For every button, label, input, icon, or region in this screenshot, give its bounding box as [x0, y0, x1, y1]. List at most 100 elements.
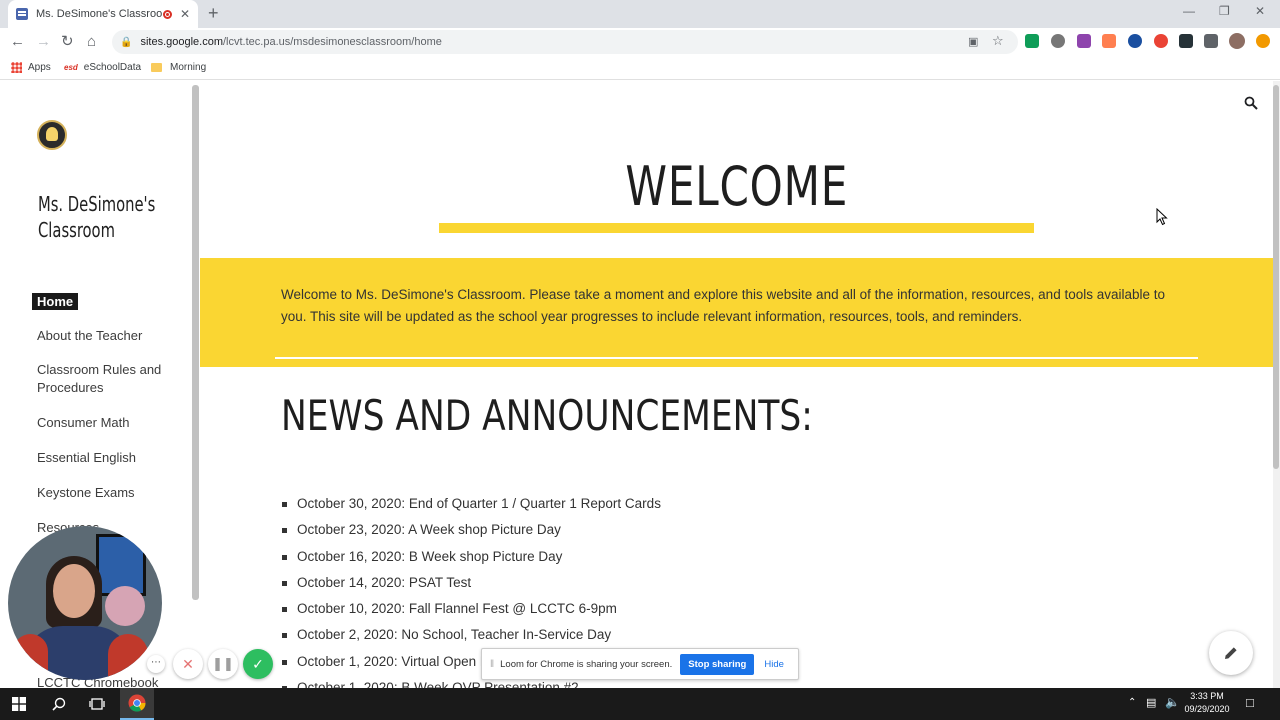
x-icon: ✕: [182, 655, 194, 672]
stop-sharing-button[interactable]: Stop sharing: [680, 653, 755, 675]
camera-icon[interactable]: ▣: [968, 35, 978, 48]
url-host: sites.google.com: [140, 36, 223, 48]
sidebar-scrollbar[interactable]: [192, 85, 199, 600]
list-item: October 30, 2020: End of Quarter 1 / Qua…: [281, 493, 661, 519]
browser-tab[interactable]: Ms. DeSimone's Classroom ✕: [8, 0, 198, 28]
edit-pencil-button[interactable]: [1209, 631, 1253, 675]
tab-close-icon[interactable]: ✕: [180, 7, 190, 21]
webcam-flowers: [105, 586, 145, 626]
nav-item-classroom-rules[interactable]: Classroom Rules and Procedures: [37, 361, 177, 397]
windows-taskbar: ⌃ ▤ 🔈 3:33 PM 09/29/2020 □: [0, 688, 1280, 720]
site-title[interactable]: Ms. DeSimone's Classroom: [38, 191, 186, 243]
folder-icon: [151, 63, 162, 72]
list-item: October 2, 2020: No School, Teacher In-S…: [281, 624, 661, 650]
search-icon[interactable]: [1244, 96, 1258, 110]
kami-extension-icon[interactable]: [1128, 34, 1142, 48]
taskbar-chrome-app[interactable]: [120, 688, 154, 720]
google-extension-icon[interactable]: [1154, 34, 1168, 48]
forward-arrow-icon[interactable]: →: [36, 32, 51, 52]
taskbar-clock[interactable]: 3:33 PM 09/29/2020: [1184, 690, 1230, 716]
reload-icon[interactable]: ↻: [61, 32, 74, 52]
puzzle-purple-extension-icon[interactable]: [1077, 34, 1091, 48]
bookmark-eschooldata[interactable]: esd eSchoolData: [64, 62, 141, 73]
web-page: Ms. DeSimone's Classroom Home About the …: [0, 81, 1280, 688]
list-item: October 10, 2020: Fall Flannel Fest @ LC…: [281, 598, 661, 624]
loom-more-options-button[interactable]: ⋯: [147, 655, 165, 673]
webcam-scarf-right: [108, 634, 148, 680]
loom-pause-button[interactable]: ❚❚: [208, 649, 238, 679]
update-alert-icon[interactable]: [1256, 34, 1270, 48]
url-path: /lcvt.tec.pa.us/msdesimonesclassroom/hom…: [223, 36, 442, 48]
magnifier-icon: [52, 697, 66, 711]
bookmark-morning[interactable]: Morning: [151, 62, 206, 73]
bookmark-label: eSchoolData: [83, 62, 142, 73]
nav-item-about-the-teacher[interactable]: About the Teacher: [37, 327, 142, 345]
profile-extension-icon[interactable]: [1051, 34, 1065, 48]
nav-item-keystone-exams[interactable]: Keystone Exams: [37, 484, 135, 502]
tab-title: Ms. DeSimone's Classroom: [36, 8, 163, 20]
intro-band: Welcome to Ms. DeSimone's Classroom. Ple…: [200, 258, 1273, 367]
loom-finish-button[interactable]: ✓: [243, 649, 273, 679]
welcome-heading-text: WELCOME: [625, 155, 848, 218]
sheets-extension-icon[interactable]: [1025, 34, 1039, 48]
sharing-message: Loom for Chrome is sharing your screen.: [500, 658, 673, 670]
main-content: WELCOME Welcome to Ms. DeSimone's Classr…: [200, 81, 1273, 688]
mouse-cursor-icon: [1156, 208, 1168, 226]
window-close-button[interactable]: ✕: [1255, 4, 1265, 18]
tray-chevron-up-icon[interactable]: ⌃: [1128, 697, 1136, 708]
list-item: October 16, 2020: B Week shop Picture Da…: [281, 546, 661, 572]
pause-icon: ❚❚: [212, 656, 234, 671]
google-sites-favicon-icon: [16, 8, 28, 20]
nav-item-home[interactable]: Home: [32, 293, 79, 310]
notifications-icon[interactable]: □: [1246, 695, 1254, 710]
windows-start-icon[interactable]: [8, 688, 30, 720]
apps-grid-icon: [11, 62, 22, 73]
esd-logo-icon: esd: [64, 63, 78, 72]
volume-icon[interactable]: 🔈: [1165, 695, 1180, 709]
divider: [275, 357, 1198, 359]
screencastify-extension-icon[interactable]: [1102, 34, 1116, 48]
clock-time: 3:33 PM: [1190, 691, 1224, 701]
school-logo-icon[interactable]: [37, 120, 67, 150]
welcome-heading: WELCOME: [200, 155, 1273, 218]
nav-item-consumer-math[interactable]: Consumer Math: [37, 414, 129, 432]
bookmarks-bar: Apps esd eSchoolData Morning: [0, 56, 1280, 80]
loom-cancel-button[interactable]: ✕: [173, 649, 203, 679]
bookmark-apps[interactable]: Apps: [11, 62, 51, 73]
webcam-scarf-left: [13, 634, 48, 680]
lock-icon: 🔒: [120, 36, 133, 48]
tab-strip: Ms. DeSimone's Classroom ✕ + — ❐ ✕: [0, 0, 1280, 28]
new-tab-button[interactable]: +: [208, 4, 219, 22]
home-icon[interactable]: ⌂: [87, 32, 96, 52]
chrome-logo-icon: [128, 694, 146, 712]
user-avatar-icon[interactable]: [1229, 33, 1245, 49]
minimize-button[interactable]: —: [1183, 4, 1195, 18]
address-bar[interactable]: 🔒 sites.google.com/lcvt.tec.pa.us/msdesi…: [112, 30, 1018, 54]
windows-logo-icon: [12, 697, 26, 711]
clock-date: 09/29/2020: [1184, 704, 1230, 714]
webcam-face: [53, 564, 95, 618]
nav-item-essential-english[interactable]: Essential English: [37, 449, 136, 467]
checkmark-icon: ✓: [252, 655, 264, 672]
hide-banner-link[interactable]: Hide: [764, 659, 784, 670]
bookmark-label: Apps: [28, 62, 51, 73]
task-view-icon[interactable]: [86, 688, 108, 720]
taskbar-search-icon[interactable]: [48, 688, 70, 720]
drag-handle-icon[interactable]: ‖: [490, 659, 494, 670]
back-arrow-icon[interactable]: ←: [10, 32, 25, 52]
page-scrollbar-thumb[interactable]: [1273, 85, 1279, 469]
bookmark-label: Morning: [170, 62, 207, 73]
loom-webcam-bubble[interactable]: [8, 526, 162, 680]
network-icon[interactable]: ▤: [1146, 696, 1156, 709]
extensions-puzzle-icon[interactable]: [1204, 34, 1218, 48]
intro-text: Welcome to Ms. DeSimone's Classroom. Ple…: [281, 287, 1166, 324]
bookmark-star-icon[interactable]: ☆: [992, 33, 1004, 49]
list-item: October 23, 2020: A Week shop Picture Da…: [281, 519, 661, 545]
list-item: October 14, 2020: PSAT Test: [281, 572, 661, 598]
news-heading: NEWS AND ANNOUNCEMENTS:: [281, 391, 813, 440]
recording-indicator-icon: [162, 9, 172, 19]
pencil-icon: [1225, 647, 1237, 659]
restore-button[interactable]: ❐: [1219, 4, 1230, 18]
dark-extension-icon[interactable]: [1179, 34, 1193, 48]
task-view-glyph-icon: [89, 698, 105, 710]
